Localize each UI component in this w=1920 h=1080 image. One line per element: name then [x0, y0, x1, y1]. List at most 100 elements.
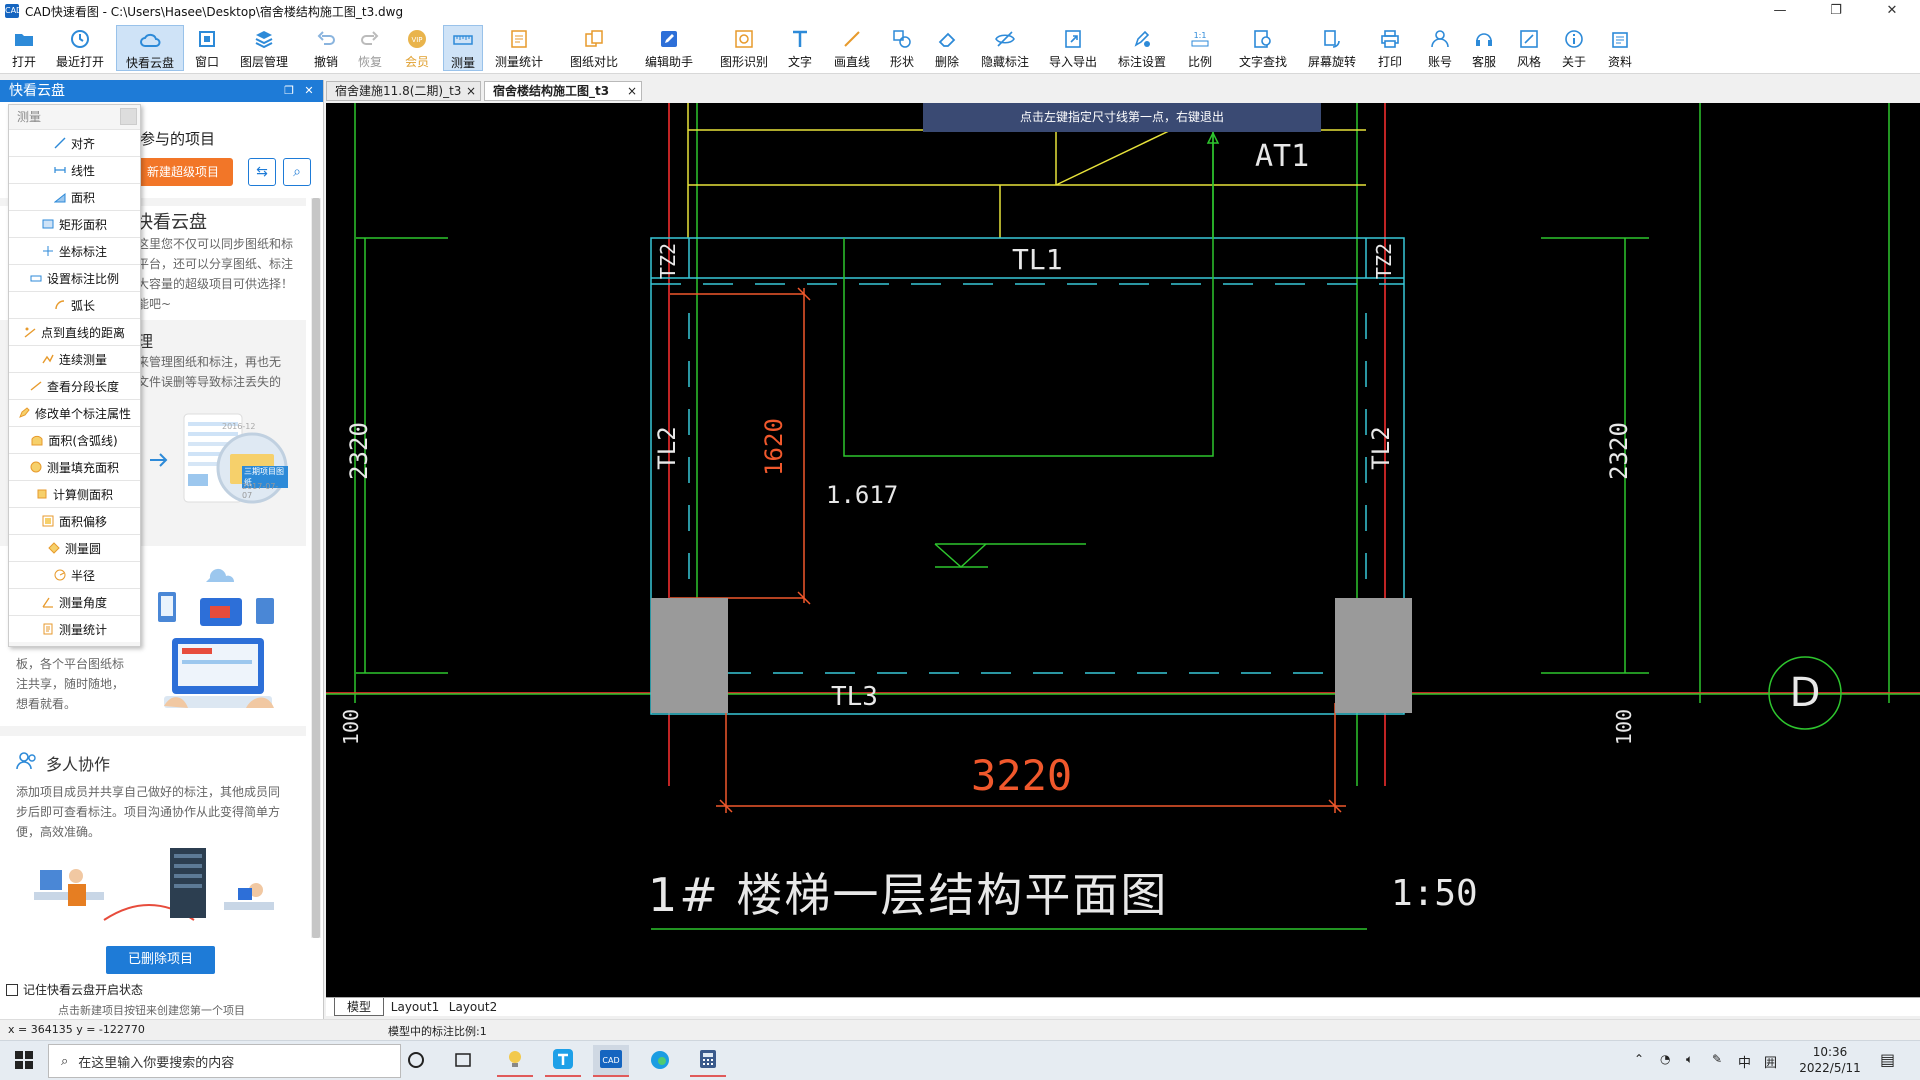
- resources-button[interactable]: 资料: [1606, 25, 1634, 71]
- print-button[interactable]: 打印: [1376, 25, 1404, 71]
- panel-close-button[interactable]: ✕: [301, 83, 317, 99]
- tab-layout1[interactable]: Layout1: [388, 998, 442, 1016]
- measure-item-linear[interactable]: 线性: [9, 156, 140, 183]
- taskbar-search[interactable]: ⌕ 在这里输入你要搜索的内容: [48, 1044, 401, 1078]
- remember-state-checkbox[interactable]: 记住快看云盘开启状态: [6, 981, 143, 998]
- task-view-button[interactable]: [445, 1045, 481, 1077]
- recent-button[interactable]: 最近打开: [52, 25, 108, 71]
- delete-button[interactable]: 删除: [934, 25, 960, 71]
- measure-item-area-offset[interactable]: 面积偏移: [9, 507, 140, 534]
- measure-item-arc-length[interactable]: 弧长: [9, 291, 140, 318]
- create-project-hint: 点击新建项目按钮来创建您第一个项目: [58, 1004, 245, 1017]
- measure-item-area[interactable]: 面积: [9, 183, 140, 210]
- start-button[interactable]: [6, 1045, 42, 1077]
- continuous-icon: [42, 353, 54, 365]
- new-super-project-button[interactable]: 新建超级项目: [133, 158, 233, 186]
- measure-item-align[interactable]: 对齐: [9, 129, 140, 156]
- rotate-button[interactable]: 屏幕旋转: [1305, 25, 1359, 71]
- hide-marks-button[interactable]: 隐藏标注: [978, 25, 1032, 71]
- style-button[interactable]: 风格: [1515, 25, 1543, 71]
- service-button[interactable]: 客服: [1470, 25, 1498, 71]
- measure-item-rect-area[interactable]: 矩形面积: [9, 210, 140, 237]
- mark-settings-button[interactable]: 标注设置: [1115, 25, 1169, 71]
- measure-item-edit-attribute[interactable]: 修改单个标注属性: [9, 399, 140, 426]
- close-button[interactable]: ✕: [1864, 0, 1920, 22]
- taskbar-app-t[interactable]: [545, 1045, 581, 1077]
- shape-recognition-button[interactable]: 图形识别: [717, 25, 771, 71]
- open-button[interactable]: 打开: [6, 25, 42, 71]
- arc-icon: [54, 299, 66, 311]
- panel-float-button[interactable]: ❐: [281, 83, 297, 99]
- taskbar-app-tips[interactable]: [497, 1045, 533, 1077]
- maximize-button[interactable]: ❐: [1808, 0, 1864, 22]
- tab-architecture[interactable]: 宿舍建施11.8(二期)_t3 ×: [326, 81, 481, 101]
- measure-item-radius[interactable]: 半径: [9, 561, 140, 588]
- area-icon: [53, 191, 66, 203]
- measure-menu-close-button[interactable]: [120, 108, 137, 125]
- tab-layout2[interactable]: Layout2: [446, 998, 500, 1016]
- checkbox-box[interactable]: [6, 983, 18, 996]
- search-button[interactable]: ⌕: [283, 158, 311, 186]
- circle-measure-icon: [48, 542, 60, 554]
- manage-illustration: 2016-12 三期项目图纸 2017-07-07: [148, 408, 288, 508]
- window-button[interactable]: 窗口: [192, 25, 222, 71]
- compare-button[interactable]: 图纸对比: [567, 25, 621, 71]
- measure-menu: 测量 对齐 线性 面积 矩形面积 坐标标注 设置标注比例 弧长 点到直线的距离 …: [8, 104, 141, 647]
- tab-model[interactable]: 模型: [334, 998, 384, 1016]
- label-tl2-right: TL2: [1367, 426, 1395, 470]
- measure-item-area-arc[interactable]: 面积(含弧线): [9, 426, 140, 453]
- measure-item-continuous[interactable]: 连续测量: [9, 345, 140, 372]
- volume-icon[interactable]: 🔈︎: [1686, 1052, 1693, 1067]
- network-icon[interactable]: ◔: [1660, 1052, 1670, 1066]
- measure-item-stats[interactable]: 测量统计: [9, 615, 140, 642]
- text-button[interactable]: 文字: [787, 25, 813, 71]
- area-arc-icon: [31, 434, 43, 446]
- undo-button[interactable]: 撤销: [311, 25, 341, 71]
- edit-icon: [658, 28, 680, 50]
- about-button[interactable]: 关于: [1560, 25, 1588, 71]
- taskbar-app-cad[interactable]: CAD: [593, 1045, 629, 1077]
- cloud-panel-scrollbar[interactable]: [311, 198, 321, 938]
- taskbar-app-edge[interactable]: [642, 1045, 678, 1077]
- pen-icon[interactable]: ✎: [1712, 1052, 1722, 1066]
- measure-item-angle[interactable]: 测量角度: [9, 588, 140, 615]
- text-find-button[interactable]: 文字查找: [1236, 25, 1290, 71]
- notification-icon[interactable]: ▤: [1880, 1050, 1895, 1069]
- vip-button[interactable]: VIP 会员: [402, 25, 432, 71]
- measure-item-segment-length[interactable]: 查看分段长度: [9, 372, 140, 399]
- account-button[interactable]: 账号: [1426, 25, 1454, 71]
- measure-item-set-scale[interactable]: 设置标注比例: [9, 264, 140, 291]
- tray-chevron-icon[interactable]: ⌃: [1634, 1052, 1644, 1066]
- measure-item-coordinate[interactable]: 坐标标注: [9, 237, 140, 264]
- clock[interactable]: 10:36 2022/5/11: [1790, 1044, 1870, 1076]
- tab-structure[interactable]: 宿舍楼结构施工图_t3 ×: [484, 81, 642, 101]
- clock-date: 2022/5/11: [1799, 1061, 1861, 1075]
- measure-stats-button[interactable]: 测量统计: [492, 25, 546, 71]
- drawing-canvas[interactable]: 点击左键指定尺寸线第一点，右键退出 AT1 TL1 TZ2 TZ2 TL2 TL…: [326, 103, 1920, 997]
- scale-button[interactable]: 1:1 比例: [1186, 25, 1214, 71]
- measure-item-point-line[interactable]: 点到直线的距离: [9, 318, 140, 345]
- ime-indicator[interactable]: 中: [1738, 1052, 1751, 1071]
- edit-helper-button[interactable]: 编辑助手: [642, 25, 696, 71]
- measure-item-fill-area[interactable]: 测量填充面积: [9, 453, 140, 480]
- ime-mode-indicator[interactable]: 囲: [1764, 1052, 1777, 1071]
- shape-button[interactable]: 形状: [889, 25, 915, 71]
- deleted-projects-button[interactable]: 已删除项目: [106, 946, 215, 974]
- cortana-button[interactable]: [398, 1045, 434, 1077]
- measure-item-circle[interactable]: 测量圆: [9, 534, 140, 561]
- taskbar-app-calculator[interactable]: [690, 1045, 726, 1077]
- scale-readout: 模型中的标注比例:1: [388, 1025, 487, 1038]
- minimize-button[interactable]: —: [1752, 0, 1808, 22]
- import-export-button[interactable]: 导入导出: [1046, 25, 1100, 71]
- layers-button[interactable]: 图层管理: [236, 25, 292, 71]
- tab-close-icon[interactable]: ×: [466, 82, 476, 100]
- line-button[interactable]: 画直线: [832, 25, 872, 71]
- sync-button[interactable]: ⇆: [248, 158, 276, 186]
- eraser-icon: [936, 28, 958, 50]
- measure-item-side-area[interactable]: 计算侧面积: [9, 480, 140, 507]
- tab-close-icon[interactable]: ×: [627, 82, 637, 100]
- cloud-button[interactable]: 快看云盘: [116, 25, 184, 71]
- main-toolbar: 打开 最近打开 快看云盘 窗口 图层管理 撤销 恢复 VIP 会员 测量 测量统…: [0, 22, 1920, 74]
- measure-button[interactable]: 测量: [443, 25, 483, 71]
- redo-button[interactable]: 恢复: [355, 25, 385, 71]
